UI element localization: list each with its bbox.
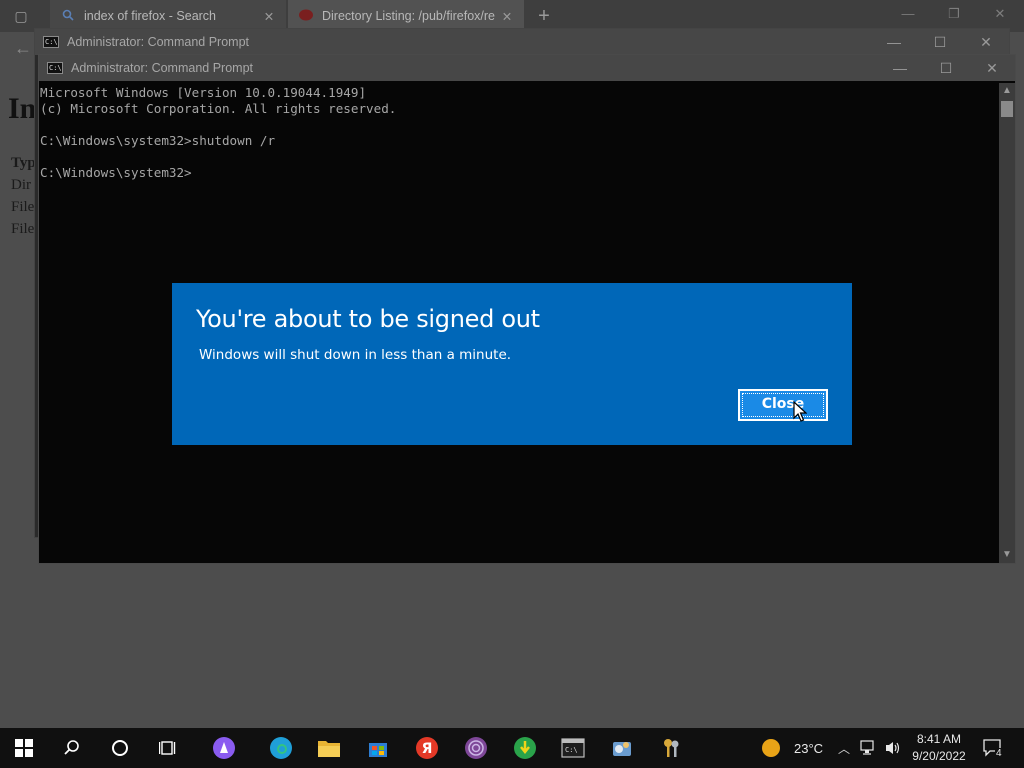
dialog-title: You're about to be signed out (196, 305, 540, 333)
search-icon[interactable] (48, 728, 96, 768)
taskbar: Я C:\ 23°C ︿ 8:41 AM 9/20/2022 4 (0, 728, 1024, 768)
listing-header: Typ (11, 155, 36, 171)
mouse-cursor-icon (793, 401, 807, 422)
site-favicon (298, 8, 314, 25)
svg-text:Я: Я (422, 741, 433, 757)
console-line: (c) Microsoft Corporation. All rights re… (40, 101, 397, 116)
signout-dialog: You're about to be signed out Windows wi… (172, 283, 852, 445)
tab-title: index of firefox - Search (84, 9, 217, 23)
svg-text:C:\: C:\ (565, 746, 578, 754)
store-icon[interactable] (354, 728, 402, 768)
sun-icon (762, 739, 780, 757)
cmd-icon: C:\ (43, 36, 59, 48)
maximize-icon[interactable]: ☐ (923, 55, 969, 81)
yandex-icon[interactable]: Я (403, 728, 451, 768)
minimize-icon[interactable]: — (898, 6, 918, 21)
minimize-icon[interactable]: — (871, 29, 917, 55)
download-icon[interactable] (501, 728, 549, 768)
close-button[interactable]: Close (738, 389, 828, 421)
scrollbar-thumb[interactable] (1001, 101, 1013, 117)
dialog-message: Windows will shut down in less than a mi… (199, 347, 512, 363)
page-heading: In (8, 92, 37, 125)
network-icon[interactable] (860, 728, 878, 768)
cmd-icon: C:\ (47, 62, 63, 74)
weather-temperature: 23°C (794, 740, 824, 756)
close-icon[interactable]: ✕ (990, 6, 1010, 22)
control-panel-icon[interactable] (598, 728, 646, 768)
close-icon[interactable]: ✕ (969, 55, 1015, 81)
start-icon[interactable] (0, 728, 48, 768)
scroll-up-icon[interactable]: ▲ (999, 83, 1015, 99)
notification-count: 4 (995, 747, 1003, 759)
tor-icon[interactable] (452, 728, 500, 768)
listing-row[interactable]: File (11, 221, 34, 238)
system-clock[interactable]: 8:41 AM 9/20/2022 (906, 731, 972, 765)
terminal-icon[interactable]: C:\ (549, 728, 597, 768)
file-explorer-icon[interactable] (305, 728, 353, 768)
close-icon[interactable]: ✕ (963, 29, 1009, 55)
scroll-down-icon[interactable]: ▼ (999, 547, 1015, 563)
alice-icon[interactable] (200, 728, 248, 768)
window-titlebar[interactable]: C:\ Administrator: Command Prompt — ☐ ✕ (35, 29, 1009, 55)
edge-icon[interactable] (257, 728, 305, 768)
console-prompt: C:\Windows\system32> (40, 165, 192, 180)
clock-date: 9/20/2022 (912, 749, 966, 763)
search-icon (60, 9, 76, 24)
minimize-icon[interactable]: — (877, 55, 923, 81)
cortana-icon[interactable] (96, 728, 144, 768)
console-line: C:\Windows\system32>shutdown /r (40, 133, 276, 148)
task-view-icon[interactable] (144, 728, 192, 768)
clock-time: 8:41 AM (916, 732, 962, 746)
tab-actions-icon[interactable]: ▢ (12, 7, 30, 25)
window-title: Administrator: Command Prompt (71, 61, 254, 75)
window-titlebar[interactable]: C:\ Administrator: Command Prompt — ☐ ✕ (39, 55, 1015, 81)
window-title: Administrator: Command Prompt (67, 35, 250, 49)
listing-row[interactable]: Dir (11, 177, 31, 194)
console-line: Microsoft Windows [Version 10.0.19044.19… (40, 85, 367, 100)
show-hidden-icons-icon[interactable]: ︿ (838, 728, 850, 768)
close-tab-icon[interactable]: ✕ (500, 9, 514, 24)
back-arrow-icon[interactable]: ← (14, 38, 32, 59)
restore-icon[interactable]: ❐ (944, 6, 964, 22)
keys-icon[interactable] (647, 728, 695, 768)
close-tab-icon[interactable]: ✕ (262, 9, 276, 24)
new-tab-icon[interactable]: + (533, 5, 555, 27)
listing-row[interactable]: File (11, 199, 34, 216)
volume-icon[interactable] (884, 728, 902, 768)
focus-ring (742, 393, 824, 417)
notification-center-icon[interactable]: 4 (982, 728, 1012, 768)
scrollbar[interactable]: ▲ ▼ (999, 83, 1015, 563)
maximize-icon[interactable]: ☐ (917, 29, 963, 55)
tab-title: Directory Listing: /pub/firefox/re (322, 9, 495, 23)
weather-widget[interactable]: 23°C (762, 728, 823, 768)
